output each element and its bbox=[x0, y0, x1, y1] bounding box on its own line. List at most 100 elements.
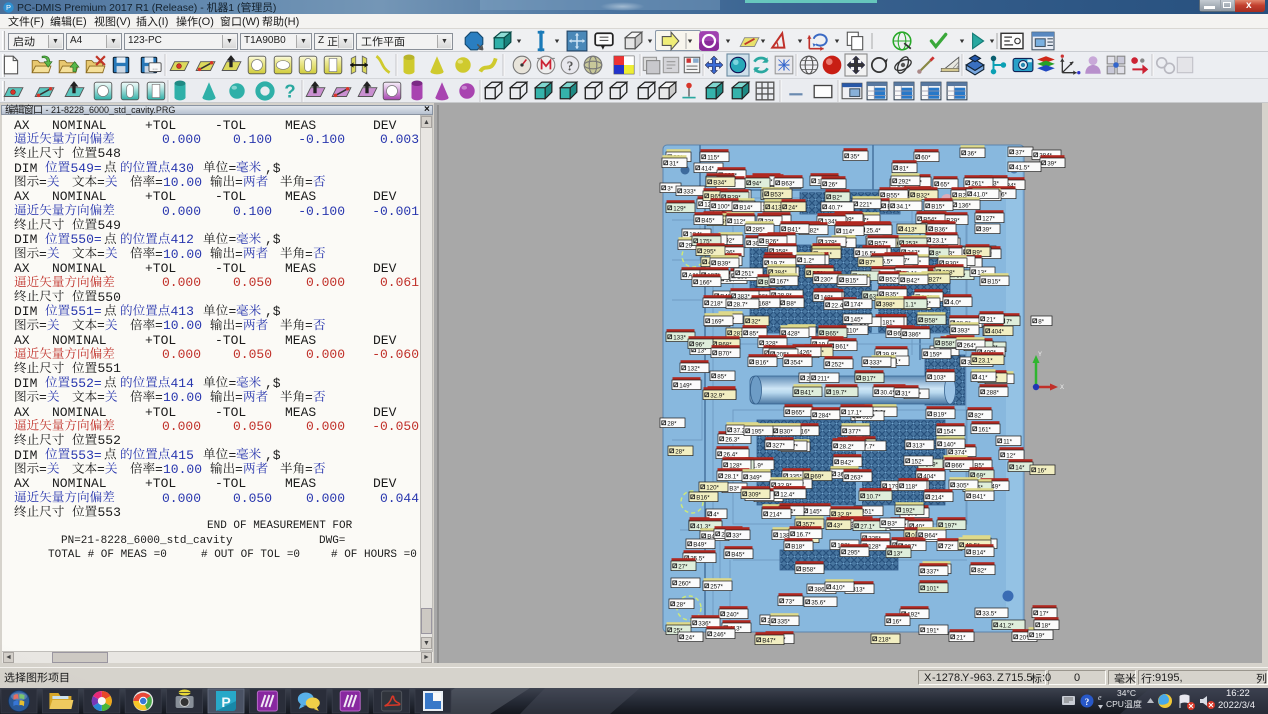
svg-text:309*: 309* bbox=[748, 492, 761, 499]
svg-text:35.6*: 35.6* bbox=[811, 600, 826, 607]
svg-text:B3*: B3* bbox=[729, 486, 740, 493]
svg-text:B2*: B2* bbox=[832, 195, 843, 202]
svg-text:136*: 136* bbox=[958, 203, 971, 210]
svg-text:161*: 161* bbox=[978, 427, 991, 434]
svg-text:B41*: B41* bbox=[800, 390, 814, 397]
svg-text:B42*: B42* bbox=[906, 278, 920, 285]
svg-text:43*: 43* bbox=[833, 523, 843, 530]
svg-text:410*: 410* bbox=[832, 585, 845, 592]
svg-text:33.5*: 33.5* bbox=[982, 611, 997, 618]
svg-text:149*: 149* bbox=[679, 383, 692, 390]
svg-text:19*: 19* bbox=[1035, 633, 1045, 640]
svg-text:B58*: B58* bbox=[941, 341, 955, 348]
svg-text:221*: 221* bbox=[859, 202, 872, 209]
svg-text:?: ? bbox=[1085, 697, 1090, 707]
svg-text:B15*: B15* bbox=[987, 279, 1001, 286]
svg-text:263*: 263* bbox=[850, 475, 863, 482]
svg-text:337*: 337* bbox=[926, 569, 939, 576]
svg-text:23.1*: 23.1* bbox=[932, 238, 947, 245]
svg-text:103*: 103* bbox=[933, 375, 946, 382]
svg-text:28.7*: 28.7* bbox=[733, 302, 748, 309]
svg-text:7*: 7* bbox=[1006, 319, 1012, 326]
svg-text:B49*: B49* bbox=[693, 542, 707, 549]
svg-text:14*: 14* bbox=[1015, 465, 1025, 472]
svg-text:333*: 333* bbox=[683, 189, 696, 196]
svg-text:10.7*: 10.7* bbox=[866, 494, 881, 501]
svg-text:159*: 159* bbox=[929, 352, 942, 359]
svg-text:101*: 101* bbox=[926, 586, 939, 593]
svg-text:28.1*: 28.1* bbox=[724, 474, 739, 481]
svg-text:B53*: B53* bbox=[770, 192, 784, 199]
svg-text:16*: 16* bbox=[892, 619, 902, 626]
svg-text:110*: 110* bbox=[846, 328, 859, 335]
svg-text:428*: 428* bbox=[787, 331, 800, 338]
svg-text:72*: 72* bbox=[944, 544, 954, 551]
svg-text:100*: 100* bbox=[717, 204, 730, 211]
svg-text:B18*: B18* bbox=[791, 544, 805, 551]
svg-text:19.7*: 19.7* bbox=[832, 390, 847, 397]
svg-text:60*: 60* bbox=[921, 155, 931, 162]
svg-text:28.2*: 28.2* bbox=[839, 444, 854, 451]
svg-text:82*: 82* bbox=[974, 413, 984, 420]
svg-text:195*: 195* bbox=[751, 429, 764, 436]
svg-text:166*: 166* bbox=[699, 280, 712, 287]
svg-text:349*: 349* bbox=[749, 475, 762, 482]
svg-text:118*: 118* bbox=[905, 484, 918, 491]
svg-text:18*: 18* bbox=[1041, 623, 1051, 630]
svg-text:B17*: B17* bbox=[862, 376, 876, 383]
svg-text:13*: 13* bbox=[893, 551, 903, 558]
svg-text:120*: 120* bbox=[706, 485, 719, 492]
svg-text:398*: 398* bbox=[882, 302, 895, 309]
svg-text:B3*: B3* bbox=[887, 521, 898, 528]
svg-text:145*: 145* bbox=[850, 317, 863, 324]
svg-text:284*: 284* bbox=[818, 413, 831, 420]
svg-text:e: e bbox=[1098, 693, 1102, 702]
svg-text:174*: 174* bbox=[850, 302, 863, 309]
svg-text:B42*: B42* bbox=[840, 460, 854, 467]
svg-text:17.1*: 17.1* bbox=[847, 410, 862, 417]
svg-text:127*: 127* bbox=[982, 216, 995, 223]
svg-text:168*: 168* bbox=[758, 301, 771, 308]
svg-text:41.2*: 41.2* bbox=[999, 623, 1014, 630]
svg-text:16*: 16* bbox=[1037, 468, 1047, 475]
svg-text:285*: 285* bbox=[752, 227, 765, 234]
svg-text:3*: 3* bbox=[667, 186, 673, 193]
svg-text:129*: 129* bbox=[673, 206, 686, 213]
svg-text:B14*: B14* bbox=[739, 205, 753, 212]
svg-text:240*: 240* bbox=[726, 612, 739, 619]
svg-text:94*: 94* bbox=[752, 181, 762, 188]
svg-text:B15*: B15* bbox=[931, 204, 945, 211]
svg-text:B41*: B41* bbox=[972, 494, 986, 501]
svg-text:21*: 21* bbox=[986, 317, 996, 324]
svg-text:B64*: B64* bbox=[924, 533, 938, 540]
svg-text:B15*: B15* bbox=[845, 278, 859, 285]
svg-text:33*: 33* bbox=[732, 533, 742, 540]
svg-text:28*: 28* bbox=[676, 602, 686, 609]
svg-text:16.7*: 16.7* bbox=[796, 532, 811, 539]
svg-text:34.1*: 34.1* bbox=[896, 204, 911, 211]
svg-text:128*: 128* bbox=[868, 544, 881, 551]
svg-text:B14*: B14* bbox=[972, 550, 986, 557]
svg-text:12.4*: 12.4* bbox=[780, 492, 795, 499]
svg-text:154*: 154* bbox=[943, 429, 956, 436]
svg-text:24*: 24* bbox=[788, 205, 798, 212]
svg-text:413*: 413* bbox=[904, 227, 917, 234]
svg-text:288*: 288* bbox=[986, 390, 999, 397]
svg-text:1.2*: 1.2* bbox=[803, 258, 815, 265]
svg-text:8*: 8* bbox=[1038, 319, 1044, 326]
svg-text:218*: 218* bbox=[710, 301, 723, 308]
svg-text:313*: 313* bbox=[912, 443, 925, 450]
svg-text:26.3*: 26.3* bbox=[725, 437, 740, 444]
svg-text:211*: 211* bbox=[817, 376, 830, 383]
svg-text:327*: 327* bbox=[772, 443, 785, 450]
svg-text:246*: 246* bbox=[713, 632, 726, 639]
svg-text:B61*: B61* bbox=[835, 344, 849, 351]
svg-text:Y: Y bbox=[1038, 352, 1042, 358]
svg-text:377*: 377* bbox=[848, 429, 861, 436]
svg-text:B58*: B58* bbox=[802, 567, 816, 574]
svg-text:28*: 28* bbox=[667, 421, 677, 428]
svg-text:28*: 28* bbox=[675, 449, 685, 456]
svg-text:X: X bbox=[1060, 385, 1064, 391]
svg-text:333*: 333* bbox=[869, 360, 882, 367]
svg-text:24*: 24* bbox=[685, 635, 695, 642]
